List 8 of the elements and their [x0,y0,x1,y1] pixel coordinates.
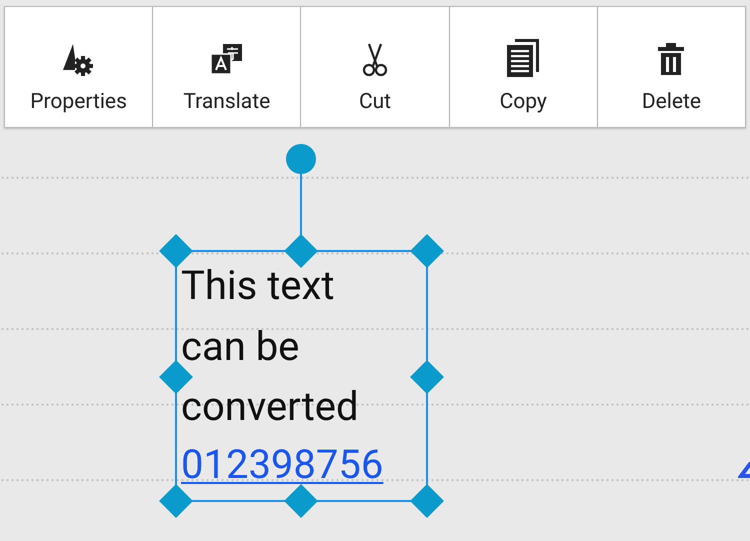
toolbar-button[interactable]: Delete [598,7,746,127]
note-text: This text can be converted [181,261,360,432]
toolbar-button[interactable]: Properties [5,7,154,127]
toolbar-button[interactable]: Cut [301,7,450,127]
toolbar-button[interactable]: Copy [450,7,598,127]
toolbar-button[interactable]: Translate [153,7,302,127]
phone-link[interactable]: 012398756 [181,438,384,492]
copy-icon [505,38,542,78]
